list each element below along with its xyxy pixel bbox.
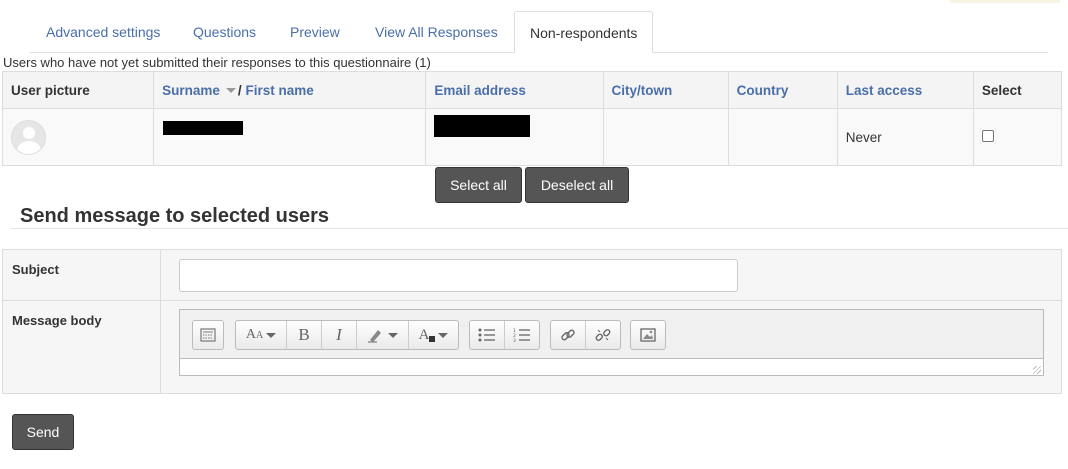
- message-body-editor: AA B I A 123: [179, 309, 1044, 376]
- table-caption: Users who have not yet submitted their r…: [3, 55, 431, 70]
- toolbar-group-toggle: [192, 320, 224, 350]
- redacted-email: [434, 115, 531, 137]
- toolbar-group-media: [630, 320, 666, 350]
- tab-non-respondents[interactable]: Non-respondents: [514, 11, 654, 53]
- message-body-label: Message body: [12, 313, 102, 328]
- header-select: Select: [972, 71, 1063, 109]
- toolbar-group-links: [550, 320, 621, 350]
- font-color-icon[interactable]: A: [409, 321, 458, 349]
- tab-bar: Advanced settings Questions Preview View…: [30, 11, 1048, 53]
- header-city[interactable]: City/town: [602, 71, 729, 109]
- cell-name: [153, 108, 427, 166]
- cell-city: [602, 108, 729, 166]
- ordered-list-icon[interactable]: 123: [505, 321, 539, 349]
- form-row-divider: [3, 300, 1061, 301]
- subject-label: Subject: [12, 262, 59, 277]
- header-last-access[interactable]: Last access: [836, 71, 974, 109]
- cell-user-picture: [1, 108, 155, 166]
- section-divider: [10, 228, 1068, 229]
- link-icon[interactable]: [551, 321, 586, 349]
- non-respondents-table: User picture Surname / First name Email a…: [1, 71, 1063, 166]
- toolbar-group-lists: 123: [469, 320, 540, 350]
- sort-desc-icon[interactable]: [225, 87, 236, 93]
- unlink-icon[interactable]: [586, 321, 620, 349]
- svg-text:3: 3: [513, 338, 516, 342]
- avatar[interactable]: [11, 119, 46, 155]
- cell-last-access: Never: [836, 108, 974, 166]
- subject-input[interactable]: [179, 259, 738, 292]
- table-row: Never: [1, 108, 1063, 166]
- font-size-icon[interactable]: AA: [236, 321, 287, 349]
- send-button[interactable]: Send: [12, 414, 74, 450]
- header-country[interactable]: Country: [727, 71, 838, 109]
- select-checkbox[interactable]: [981, 129, 994, 142]
- send-message-heading: Send message to selected users: [20, 205, 330, 227]
- header-email[interactable]: Email address: [425, 71, 604, 109]
- toolbar-group-format: AA B I A: [235, 320, 459, 350]
- header-name: Surname / First name: [153, 71, 427, 109]
- tab-questions[interactable]: Questions: [178, 11, 271, 53]
- sort-first-name-link[interactable]: First name: [245, 83, 313, 98]
- form-col-divider: [160, 250, 161, 393]
- resize-grip-icon[interactable]: [1033, 366, 1041, 374]
- top-right-strip: [950, 0, 1060, 3]
- cell-email: [425, 108, 604, 166]
- sort-surname-link[interactable]: Surname: [162, 83, 220, 98]
- highlight-icon[interactable]: [357, 321, 409, 349]
- tab-view-all-responses[interactable]: View All Responses: [360, 11, 513, 53]
- header-user-picture: User picture: [1, 71, 155, 109]
- redacted-name[interactable]: [163, 121, 244, 135]
- tab-advanced-settings[interactable]: Advanced settings: [31, 11, 175, 53]
- cell-select: [972, 108, 1063, 166]
- italic-icon[interactable]: I: [322, 321, 357, 349]
- message-body-textarea[interactable]: [180, 358, 1043, 375]
- tab-preview[interactable]: Preview: [275, 11, 355, 53]
- header-name-separator: /: [237, 82, 242, 98]
- table-header-row: User picture Surname / First name Email a…: [1, 71, 1063, 109]
- image-icon[interactable]: [631, 321, 665, 349]
- deselect-all-button[interactable]: Deselect all: [525, 167, 629, 203]
- toolbar-toggle-icon[interactable]: [193, 321, 223, 349]
- bold-icon[interactable]: B: [287, 321, 322, 349]
- message-form: Subject Message body AA B I A 123: [2, 249, 1062, 394]
- cell-country: [727, 108, 838, 166]
- unordered-list-icon[interactable]: [470, 321, 505, 349]
- select-all-button[interactable]: Select all: [435, 167, 522, 203]
